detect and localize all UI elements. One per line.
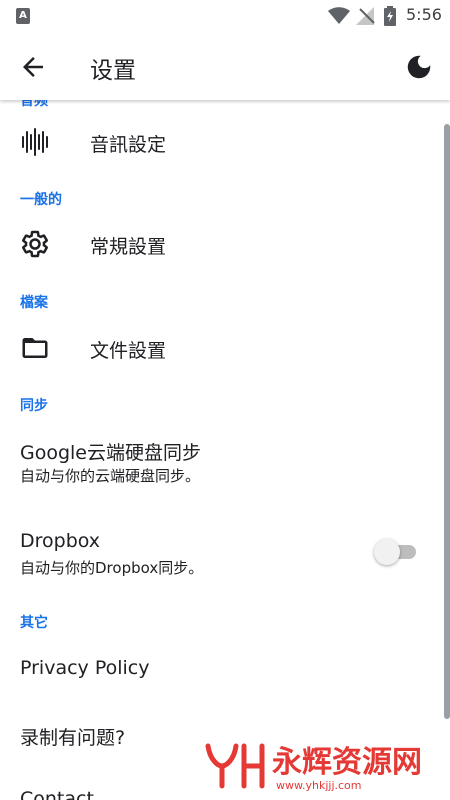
status-bar: A 5:56 — [0, 0, 450, 32]
audio-settings-label: 音訊設定 — [90, 134, 167, 156]
wifi-icon — [328, 7, 350, 24]
section-header-files: 檔案 — [20, 295, 48, 311]
app-notification-icon: A — [16, 8, 30, 24]
section-header-general: 一般的 — [20, 192, 62, 208]
moon-icon[interactable] — [404, 52, 434, 82]
file-settings-label: 文件設置 — [90, 340, 167, 362]
battery-charging-icon — [384, 6, 396, 26]
general-settings-label: 常規設置 — [90, 236, 167, 258]
dropbox-sync-toggle[interactable] — [374, 539, 418, 565]
signal-icon — [356, 7, 375, 25]
recording-issue-label: 录制有问题? — [20, 727, 126, 749]
gdrive-sync-summary: 自动与你的云端硬盘同步。 — [20, 467, 201, 485]
contact-label: Contact — [20, 788, 94, 800]
audio-waveform-icon — [22, 128, 48, 156]
section-header-other: 其它 — [20, 615, 48, 631]
watermark-text: 永辉资源网 — [272, 745, 422, 780]
arrow-back-icon[interactable] — [18, 52, 48, 82]
scrollbar[interactable] — [444, 124, 450, 719]
privacy-policy-label: Privacy Policy — [20, 657, 150, 679]
gdrive-sync-title: Google云端硬盘同步 — [20, 442, 202, 464]
section-header-audio: 音频 — [20, 100, 48, 109]
dropbox-sync-summary: 自动与你的Dropbox同步。 — [20, 559, 204, 577]
settings-list[interactable]: 音频 音訊設定 一般的 常規設置 檔案 文件設置 同步 Google云端硬盘同步… — [0, 100, 450, 800]
gear-icon — [22, 230, 48, 258]
watermark-url: www.yhkjjj.com — [276, 779, 362, 792]
watermark-logo: 永辉资源网 www.yhkjjj.com — [205, 743, 422, 792]
section-header-sync: 同步 — [20, 398, 48, 414]
app-bar: 设置 — [0, 32, 450, 100]
status-time: 5:56 — [406, 5, 442, 24]
folder-icon — [22, 338, 48, 358]
dropbox-sync-title: Dropbox — [20, 530, 101, 552]
toggle-thumb — [374, 539, 400, 565]
page-title: 设置 — [90, 58, 136, 84]
